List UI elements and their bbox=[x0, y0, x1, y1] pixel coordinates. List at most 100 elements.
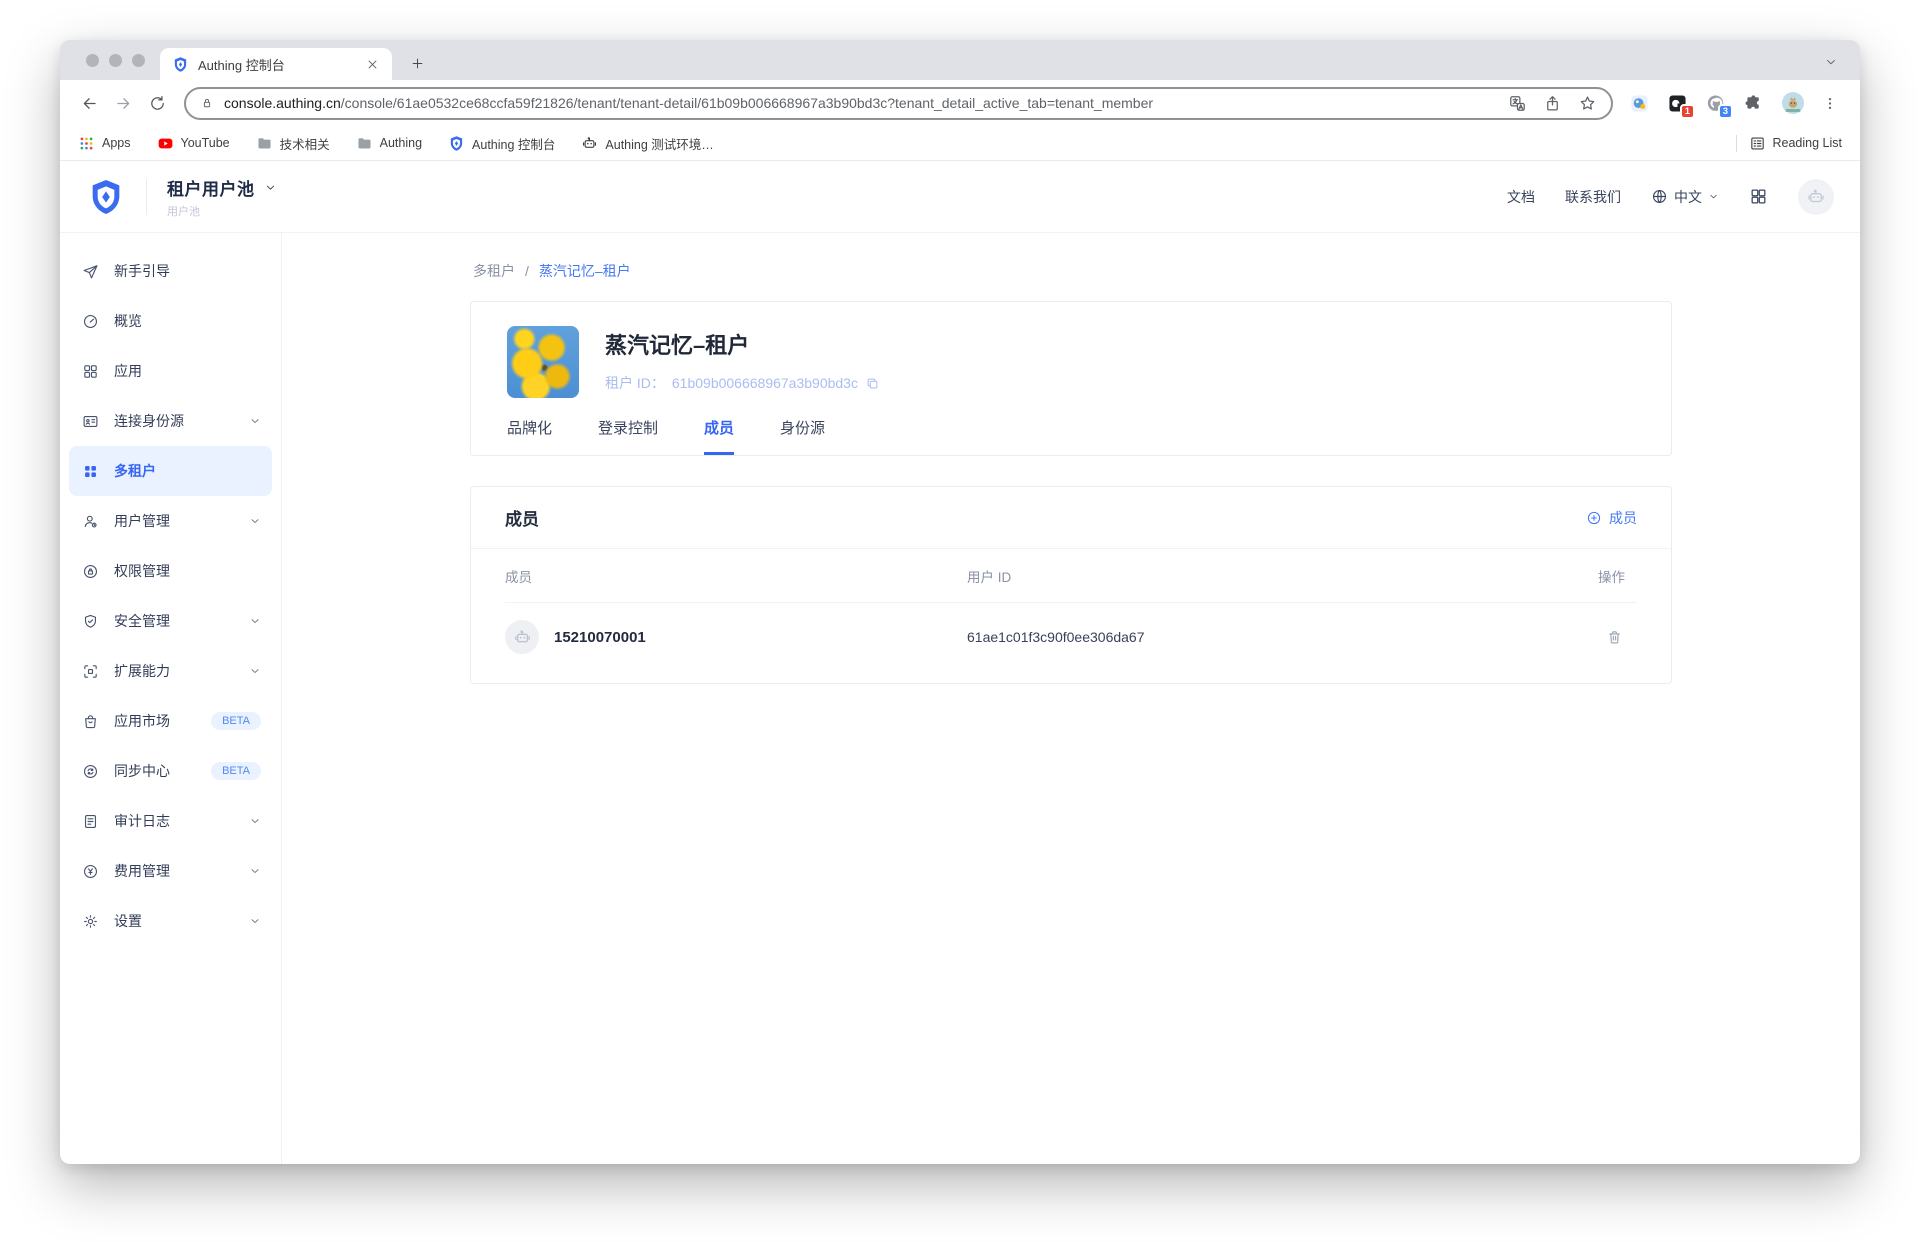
translate-icon[interactable] bbox=[1508, 94, 1527, 113]
tab-close-icon[interactable] bbox=[365, 57, 380, 72]
sidebar-item-8[interactable]: 扩展能力 bbox=[69, 646, 272, 696]
bookmark-item-2[interactable]: 技术相关 bbox=[256, 134, 330, 153]
language-selector[interactable]: 中文 bbox=[1651, 187, 1719, 207]
reading-list-button[interactable]: Reading List bbox=[1749, 135, 1843, 152]
tenant-avatar bbox=[507, 326, 579, 398]
window-close-button[interactable] bbox=[86, 54, 99, 67]
contact-link[interactable]: 联系我们 bbox=[1565, 187, 1621, 207]
puzzle-icon bbox=[1743, 93, 1764, 114]
browser-tab[interactable]: Authing 控制台 bbox=[160, 48, 392, 80]
apps-grid-icon bbox=[78, 135, 95, 152]
extension-icon bbox=[1629, 93, 1650, 114]
copy-icon[interactable] bbox=[865, 376, 880, 391]
bookmark-item-1[interactable]: YouTube bbox=[157, 135, 230, 152]
column-member: 成员 bbox=[505, 566, 967, 586]
reload-button[interactable] bbox=[140, 86, 174, 120]
sidebar-item-label: 应用市场 bbox=[114, 711, 170, 731]
tenant-tab-2[interactable]: 成员 bbox=[704, 417, 734, 455]
sidebar-item-13[interactable]: 设置 bbox=[69, 896, 272, 946]
chevron-down-icon bbox=[249, 815, 261, 827]
table-header: 成员 用户 ID 操作 bbox=[505, 549, 1637, 603]
share-icon[interactable] bbox=[1543, 94, 1562, 113]
breadcrumb-parent[interactable]: 多租户 bbox=[473, 261, 515, 281]
delete-member-icon[interactable] bbox=[1606, 629, 1623, 646]
address-bar[interactable]: console.authing.cn/console/61ae0532ce68c… bbox=[184, 87, 1613, 120]
tenant-tab-0[interactable]: 品牌化 bbox=[507, 417, 552, 455]
authing-logo-icon bbox=[86, 175, 126, 219]
sidebar-item-label: 多租户 bbox=[114, 461, 156, 481]
bookmark-star-icon[interactable] bbox=[1578, 94, 1597, 113]
tab-search-chevron-icon[interactable] bbox=[1824, 55, 1838, 69]
table-row: 1521007000161ae1c01f3c90f0ee306da67 bbox=[505, 603, 1637, 671]
folder-icon bbox=[256, 135, 273, 152]
extensions-puzzle[interactable] bbox=[1743, 93, 1764, 114]
bookmark-item-0[interactable]: Apps bbox=[78, 135, 131, 152]
youtube-icon bbox=[157, 135, 174, 152]
chevron-down-icon bbox=[249, 615, 261, 627]
chevron-down-icon bbox=[249, 515, 261, 527]
fee-icon bbox=[82, 863, 99, 880]
members-title: 成员 bbox=[505, 505, 539, 530]
workspace-type: 用户池 bbox=[167, 203, 277, 219]
sidebar-item-12[interactable]: 费用管理 bbox=[69, 846, 272, 896]
authing-shield-icon bbox=[448, 135, 465, 152]
forward-button[interactable] bbox=[106, 86, 140, 120]
plus-circle-icon bbox=[1586, 510, 1602, 526]
bookmark-item-5[interactable]: Authing 测试环境… bbox=[581, 134, 713, 153]
bookmark-item-3[interactable]: Authing bbox=[356, 135, 422, 152]
sidebar-item-7[interactable]: 安全管理 bbox=[69, 596, 272, 646]
sidebar-item-11[interactable]: 审计日志 bbox=[69, 796, 272, 846]
market-icon bbox=[82, 713, 99, 730]
tenant-tab-1[interactable]: 登录控制 bbox=[598, 417, 658, 455]
sidebar-item-0[interactable]: 新手引导 bbox=[69, 246, 272, 296]
column-user-id: 用户 ID bbox=[967, 566, 1563, 586]
reload-icon bbox=[148, 94, 167, 113]
workspace-switcher[interactable]: 租户用户池 用户池 bbox=[167, 175, 277, 219]
tenant-id-value: 61b09b006668967a3b90bd3c bbox=[672, 375, 858, 391]
window-minimize-button[interactable] bbox=[109, 54, 122, 67]
sidebar-item-1[interactable]: 概览 bbox=[69, 296, 272, 346]
sidebar-item-5[interactable]: 用户管理 bbox=[69, 496, 272, 546]
new-tab-button[interactable] bbox=[404, 50, 430, 76]
window-zoom-button[interactable] bbox=[132, 54, 145, 67]
bookmark-label: Authing bbox=[380, 136, 422, 150]
chevron-down-icon bbox=[249, 915, 261, 927]
sidebar-item-label: 审计日志 bbox=[114, 811, 170, 831]
tenant-id-label: 租户 ID： bbox=[605, 373, 665, 393]
extension-dark[interactable]: 1 bbox=[1667, 93, 1688, 114]
sidebar: 新手引导概览应用连接身份源多租户用户管理权限管理安全管理扩展能力应用市场BETA… bbox=[60, 233, 282, 1164]
sidebar-item-9[interactable]: 应用市场BETA bbox=[69, 696, 272, 746]
breadcrumb: 多租户 / 蒸汽记忆–租户 bbox=[473, 261, 1672, 281]
browser-menu-button[interactable] bbox=[1822, 93, 1838, 114]
member-name[interactable]: 15210070001 bbox=[554, 629, 646, 646]
sidebar-item-label: 费用管理 bbox=[114, 861, 170, 881]
lock-icon bbox=[200, 96, 214, 110]
extension-github[interactable]: 3 bbox=[1705, 93, 1726, 114]
expand-icon bbox=[82, 663, 99, 680]
tenant-card: 蒸汽记忆–租户 租户 ID： 61b09b006668967a3b90bd3c … bbox=[470, 301, 1672, 456]
browser-profile-avatar[interactable] bbox=[1781, 91, 1805, 115]
main-content: 多租户 / 蒸汽记忆–租户 蒸汽记忆–租户 租户 ID： 61b09b00666… bbox=[282, 233, 1860, 1164]
sidebar-item-4[interactable]: 多租户 bbox=[69, 446, 272, 496]
add-member-button[interactable]: 成员 bbox=[1586, 508, 1637, 528]
bookmark-item-4[interactable]: Authing 控制台 bbox=[448, 134, 555, 153]
browser-toolbar: console.authing.cn/console/61ae0532ce68c… bbox=[60, 80, 1860, 126]
docs-link[interactable]: 文档 bbox=[1507, 187, 1535, 207]
apps-icon bbox=[82, 363, 99, 380]
sidebar-item-2[interactable]: 应用 bbox=[69, 346, 272, 396]
log-icon bbox=[82, 813, 99, 830]
sidebar-item-10[interactable]: 同步中心BETA bbox=[69, 746, 272, 796]
sidebar-item-label: 安全管理 bbox=[114, 611, 170, 631]
tab-favicon-authing-icon bbox=[172, 56, 189, 73]
back-button[interactable] bbox=[72, 86, 106, 120]
tenant-tab-3[interactable]: 身份源 bbox=[780, 417, 825, 455]
user-avatar[interactable] bbox=[1798, 179, 1834, 215]
apps-grid-button[interactable] bbox=[1749, 187, 1768, 206]
chevron-down-icon bbox=[249, 665, 261, 677]
sidebar-item-6[interactable]: 权限管理 bbox=[69, 546, 272, 596]
breadcrumb-current[interactable]: 蒸汽记忆–租户 bbox=[539, 261, 631, 281]
sidebar-item-3[interactable]: 连接身份源 bbox=[69, 396, 272, 446]
forward-icon bbox=[114, 94, 133, 113]
robot-icon bbox=[513, 628, 532, 647]
extension-colorful[interactable] bbox=[1629, 93, 1650, 114]
